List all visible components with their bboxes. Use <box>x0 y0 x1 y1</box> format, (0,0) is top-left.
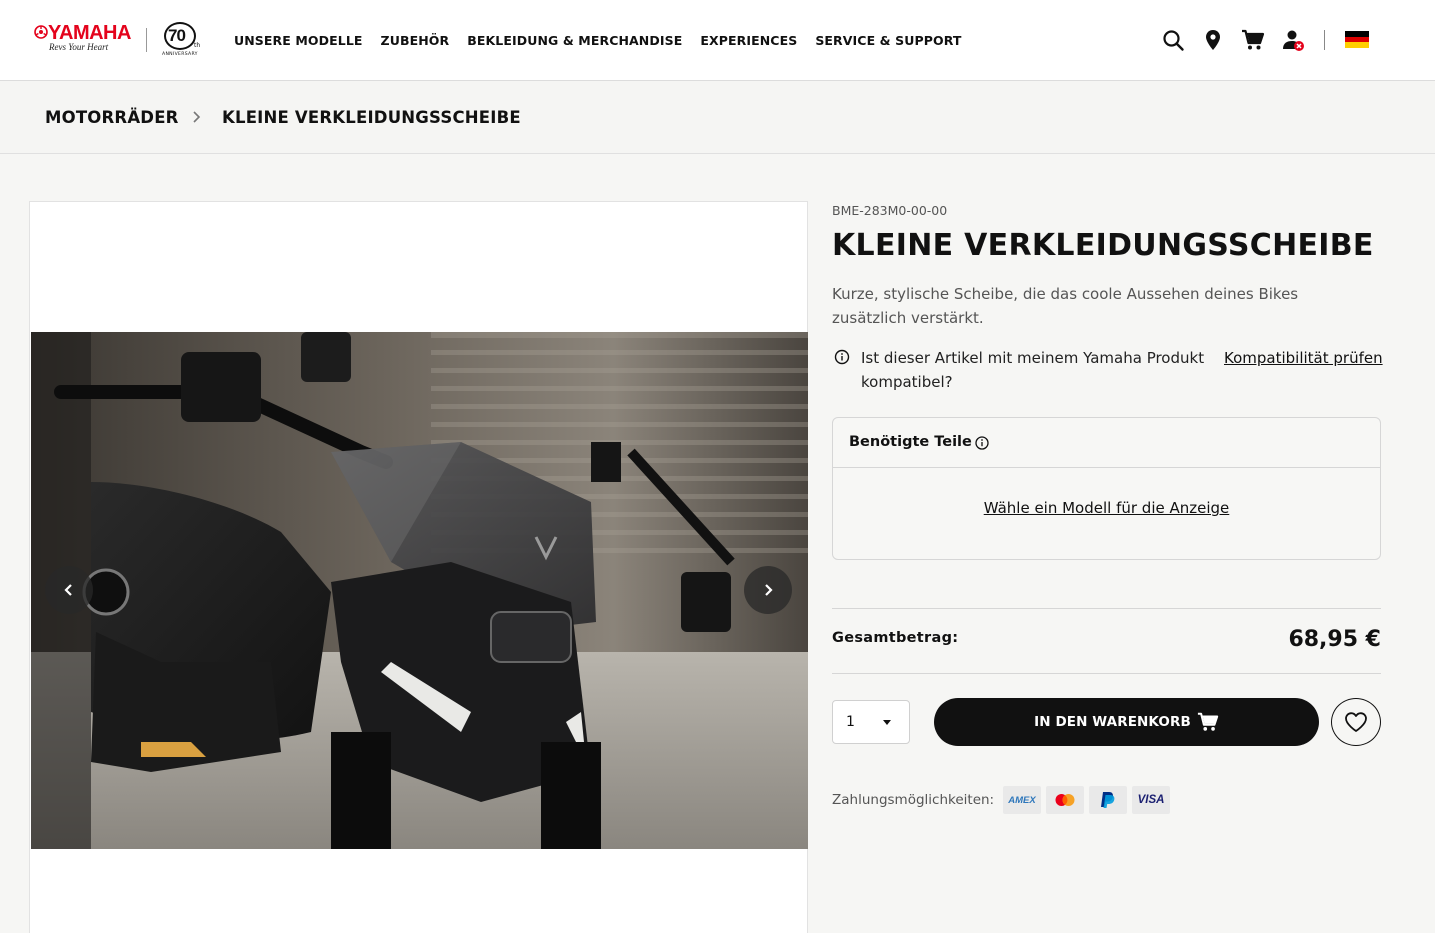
breadcrumb-item-current: KLEINE VERKLEIDUNGSSCHEIBE <box>222 108 521 127</box>
logo-slogan: Revs Your Heart <box>49 42 109 52</box>
account-icon[interactable] <box>1281 28 1305 52</box>
required-parts-title: Benötigte Teile <box>849 434 972 450</box>
cart-icon <box>1197 712 1219 731</box>
main-nav: UNSERE MODELLE ZUBEHÖR BEKLEIDUNG & MERC… <box>234 33 980 48</box>
product-sku: BME-283M0-00-00 <box>832 203 948 218</box>
gallery-next-button[interactable] <box>744 566 792 614</box>
amex-badge: AMEX <box>1003 786 1041 814</box>
product-image <box>31 332 808 849</box>
quantity-select[interactable]: 1 <box>832 700 910 744</box>
product-title: KLEINE VERKLEIDUNGSSCHEIBE <box>832 228 1374 263</box>
visa-badge-text: VISA <box>1137 794 1165 806</box>
location-pin-icon[interactable] <box>1201 28 1225 52</box>
anniversary-label: ANNIVERSARY <box>162 52 198 57</box>
paypal-badge <box>1089 786 1127 814</box>
header-separator <box>1324 30 1325 50</box>
mastercard-icon <box>1055 794 1075 806</box>
wishlist-button[interactable] <box>1331 698 1381 746</box>
chevron-right-icon <box>193 111 201 123</box>
anniversary-suffix: th <box>194 42 201 49</box>
required-parts-header: Benötigte Teile <box>833 418 1380 468</box>
logo-divider <box>146 28 147 52</box>
add-to-cart-button[interactable]: IN DEN WARENKORB <box>934 698 1319 746</box>
gallery-prev-button[interactable] <box>45 566 93 614</box>
visa-badge: VISA <box>1132 786 1170 814</box>
nav-item-zubehoer[interactable]: ZUBEHÖR <box>381 33 450 48</box>
anniversary-number: 70 <box>168 26 186 45</box>
heart-icon <box>1345 712 1367 732</box>
anniversary-badge: 70 th ANNIVERSARY <box>162 22 202 58</box>
nav-item-bekleidung-merchandise[interactable]: BEKLEIDUNG & MERCHANDISE <box>467 33 682 48</box>
quantity-value: 1 <box>846 714 855 730</box>
add-to-cart-label: IN DEN WARENKORB <box>1034 714 1191 730</box>
nav-item-unsere-modelle[interactable]: UNSERE MODELLE <box>234 33 363 48</box>
motorcycle-photo <box>31 332 808 849</box>
nav-item-service-support[interactable]: SERVICE & SUPPORT <box>815 33 961 48</box>
breadcrumb: MOTORRÄDER KLEINE VERKLEIDUNGSSCHEIBE <box>0 81 1435 154</box>
check-compatibility-link[interactable]: Kompatibilität prüfen <box>1224 346 1383 370</box>
total-label: Gesamtbetrag: <box>832 630 959 646</box>
cart-icon[interactable] <box>1241 28 1265 52</box>
info-icon[interactable] <box>974 435 990 451</box>
tuning-fork-emblem-icon <box>34 25 48 39</box>
mastercard-badge <box>1046 786 1084 814</box>
search-icon[interactable] <box>1161 28 1185 52</box>
chevron-right-icon <box>765 584 773 596</box>
breadcrumb-item-motorraeder[interactable]: MOTORRÄDER <box>45 108 179 127</box>
amex-badge-text: AMEX <box>1008 794 1036 806</box>
germany-flag-icon[interactable] <box>1345 31 1369 49</box>
product-gallery <box>29 201 808 933</box>
info-icon <box>834 349 850 365</box>
divider <box>832 673 1381 674</box>
divider <box>832 608 1381 609</box>
caret-down-icon <box>883 720 891 725</box>
total-price: 68,95 € <box>1288 627 1381 652</box>
site-header: YAMAHA Revs Your Heart 70 th ANNIVERSARY… <box>0 0 1435 81</box>
nav-item-experiences[interactable]: EXPERIENCES <box>700 33 797 48</box>
payment-methods-label: Zahlungsmöglichkeiten: <box>832 792 995 808</box>
select-model-link[interactable]: Wähle ein Modell für die Anzeige <box>833 499 1380 517</box>
chevron-left-icon <box>64 584 72 596</box>
compatibility-question: Ist dieser Artikel mit meinem Yamaha Pro… <box>861 349 1205 391</box>
product-description: Kurze, stylische Scheibe, die das coole … <box>832 285 1299 327</box>
yamaha-logo[interactable]: YAMAHA Revs Your Heart <box>31 22 131 58</box>
paypal-icon <box>1101 792 1115 808</box>
required-parts-panel: Benötigte Teile Wähle ein Modell für die… <box>832 417 1381 560</box>
